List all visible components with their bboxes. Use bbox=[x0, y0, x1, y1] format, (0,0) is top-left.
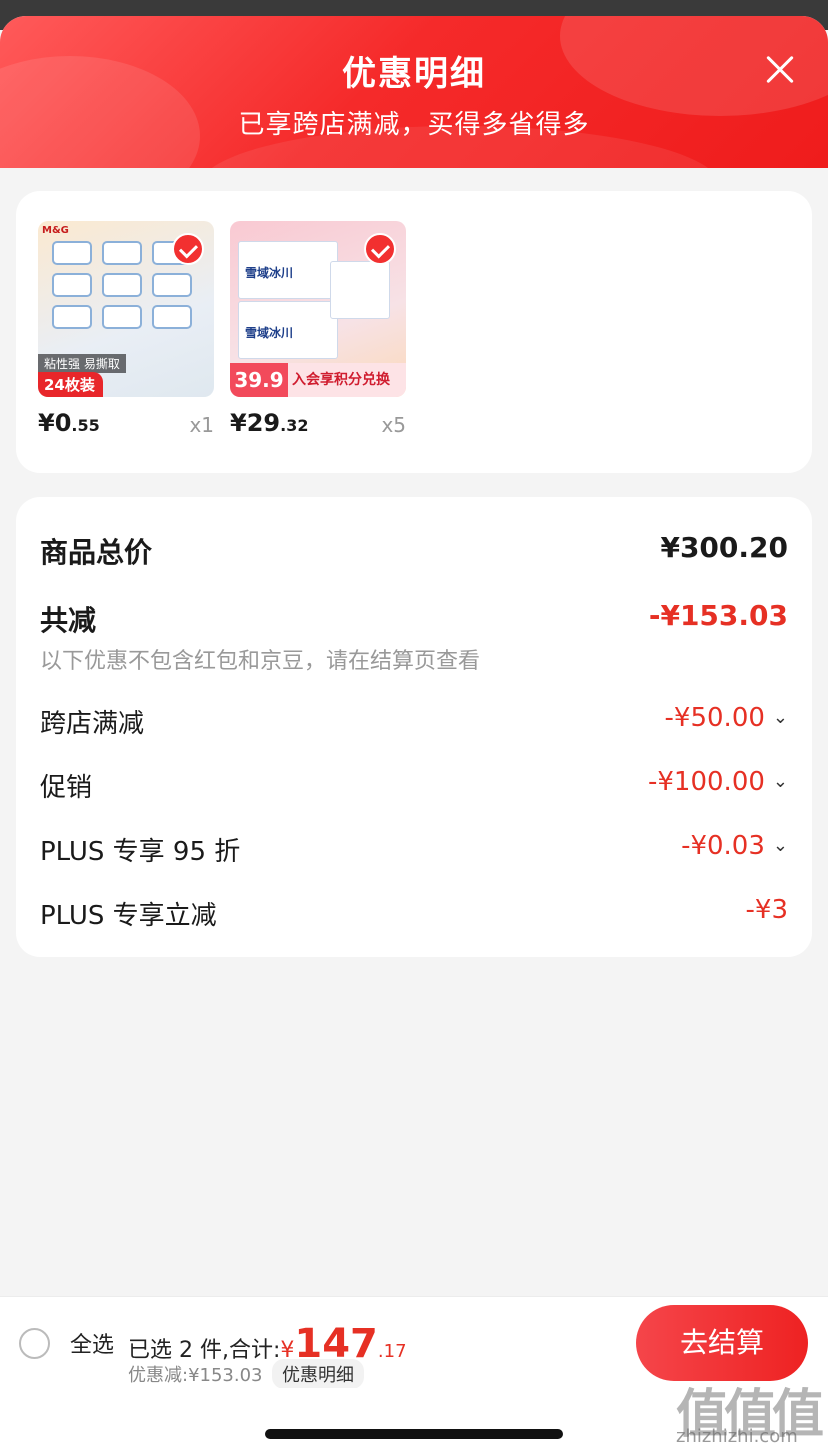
home-indicator[interactable] bbox=[265, 1429, 563, 1439]
discount-value: -¥3 bbox=[745, 895, 788, 925]
product-box-art: 雪域冰川 bbox=[238, 241, 338, 299]
product-price-row: ¥0.55 x1 bbox=[38, 409, 214, 443]
total-reduction-label: 共减 bbox=[40, 604, 97, 637]
product-tag-count: 24枚装 bbox=[38, 372, 103, 397]
product-box-art bbox=[330, 261, 390, 319]
promo-price: 39.9 bbox=[230, 363, 288, 397]
total-price-row: 商品总价 ¥300.20 bbox=[40, 531, 788, 571]
promo-text: 入会享积分兑换 bbox=[292, 372, 390, 388]
checked-icon[interactable] bbox=[364, 233, 396, 265]
chevron-down-icon[interactable]: ⌄ bbox=[773, 707, 788, 728]
discount-row-promotion[interactable]: 促销 -¥100.00 ⌄ bbox=[40, 767, 788, 807]
product-price: ¥29.32 bbox=[230, 409, 309, 437]
total-reduction-row: 共减 -¥153.03 bbox=[40, 599, 788, 639]
total-amount-dec: .17 bbox=[377, 1341, 407, 1362]
price-summary-card: 商品总价 ¥300.20 共减 -¥153.03 以下优惠不包含红包和京豆，请在… bbox=[16, 497, 812, 957]
product-quantity: x1 bbox=[189, 413, 214, 437]
checkout-button[interactable]: 去结算 bbox=[636, 1305, 808, 1381]
total-price-label: 商品总价 bbox=[40, 536, 153, 569]
watermark-url: zhizhizhi.com bbox=[676, 1426, 798, 1447]
reduction-note: 以下优惠不包含红包和京豆，请在结算页查看 bbox=[40, 649, 481, 674]
chevron-down-icon[interactable]: ⌄ bbox=[773, 835, 788, 856]
product-box-art: 雪域冰川 bbox=[238, 301, 338, 359]
promo-banner: 39.9 入会享积分兑换 bbox=[230, 363, 406, 397]
close-icon[interactable] bbox=[760, 50, 800, 90]
discount-value: -¥0.03 ⌄ bbox=[681, 831, 788, 861]
chevron-down-icon[interactable]: ⌄ bbox=[773, 771, 788, 792]
brand-logo: M&G bbox=[42, 225, 69, 236]
discount-row-cross-store[interactable]: 跨店满减 -¥50.00 ⌄ bbox=[40, 703, 788, 743]
product-item[interactable]: 雪域冰川 雪域冰川 39.9 入会享积分兑换 ¥29.32 x5 bbox=[230, 221, 406, 443]
product-price: ¥0.55 bbox=[38, 409, 100, 437]
product-image: M&G 粘性强 易撕取 24枚装 bbox=[38, 221, 214, 397]
sheet-header: 优惠明细 已享跨店满减，买得多省得多 bbox=[0, 16, 828, 168]
checked-icon[interactable] bbox=[172, 233, 204, 265]
product-tag-feature: 粘性强 易撕取 bbox=[38, 354, 126, 373]
discount-detail-link[interactable]: 优惠明细 bbox=[272, 1359, 364, 1389]
product-quantity: x5 bbox=[381, 413, 406, 437]
discount-value: -¥100.00 ⌄ bbox=[648, 767, 788, 797]
discount-label: 跨店满减 bbox=[40, 709, 145, 739]
total-reduction-value: -¥153.03 bbox=[648, 599, 788, 632]
sheet-subtitle: 已享跨店满减，买得多省得多 bbox=[238, 110, 590, 140]
product-price-row: ¥29.32 x5 bbox=[230, 409, 406, 443]
sheet-title: 优惠明细 bbox=[342, 54, 486, 94]
discount-label: PLUS 专享 95 折 bbox=[40, 837, 241, 867]
discount-label: PLUS 专享立减 bbox=[40, 901, 217, 931]
discount-row-plus-95[interactable]: PLUS 专享 95 折 -¥0.03 ⌄ bbox=[40, 831, 788, 871]
discount-amount: 优惠减:¥153.03 bbox=[128, 1365, 263, 1386]
selected-count-text: 已选 2 件,合计: bbox=[128, 1338, 281, 1363]
total-price-value: ¥300.20 bbox=[660, 531, 788, 564]
discount-row-plus-instant: PLUS 专享立减 -¥3 bbox=[40, 895, 788, 935]
select-all-label[interactable]: 全选 bbox=[70, 1327, 114, 1359]
selected-products-card: M&G 粘性强 易撕取 24枚装 ¥0.55 x1 雪域冰川 雪域冰川 39.9… bbox=[16, 191, 812, 473]
product-item[interactable]: M&G 粘性强 易撕取 24枚装 ¥0.55 x1 bbox=[38, 221, 214, 443]
product-image: 雪域冰川 雪域冰川 39.9 入会享积分兑换 bbox=[230, 221, 406, 397]
select-all-radio[interactable] bbox=[19, 1328, 50, 1359]
discount-detail-sheet: 优惠明细 已享跨店满减，买得多省得多 M&G 粘性强 易撕取 24枚装 ¥0.5… bbox=[0, 16, 828, 1454]
discount-label: 促销 bbox=[40, 773, 93, 803]
discount-value: -¥50.00 ⌄ bbox=[664, 703, 788, 733]
